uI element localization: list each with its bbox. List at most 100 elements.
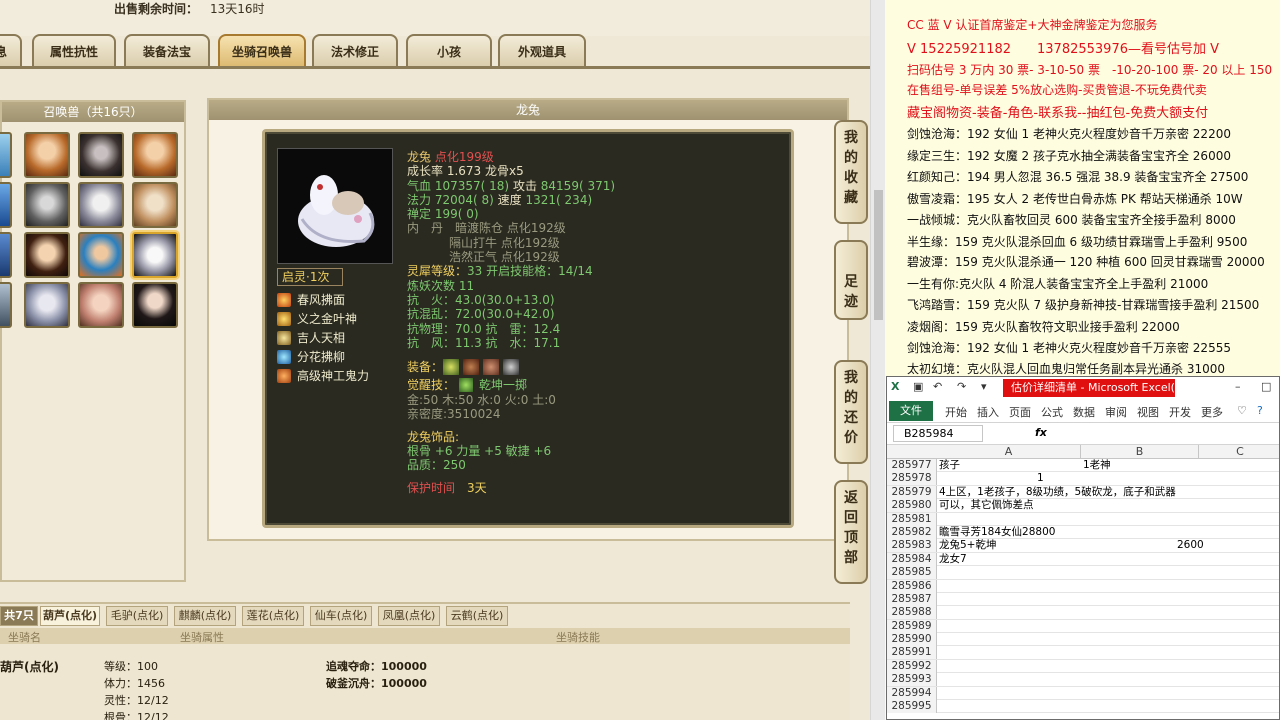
sheet-row[interactable]: 285995 xyxy=(887,700,1279,714)
summon-avatar[interactable] xyxy=(132,132,178,178)
row-number[interactable]: 285993 xyxy=(887,673,937,687)
summon-avatar[interactable] xyxy=(0,232,12,278)
sheet-row[interactable]: 285990 xyxy=(887,633,1279,647)
row-number[interactable]: 285984 xyxy=(887,552,937,566)
row-number[interactable]: 285983 xyxy=(887,539,937,553)
sheet-row[interactable]: 285984 龙女7 xyxy=(887,552,1279,567)
row-number[interactable]: 285995 xyxy=(887,700,937,714)
sheet-row[interactable]: 285986 xyxy=(887,579,1279,593)
row-number[interactable]: 285981 xyxy=(887,512,937,526)
cell-a[interactable]: 瞻雪寻芳184女仙28800 xyxy=(939,526,1055,539)
sheet-row[interactable]: 285992 xyxy=(887,659,1279,674)
summon-avatar-selected[interactable] xyxy=(132,232,178,278)
mount-tab[interactable]: 云鹤(点化) xyxy=(446,606,508,626)
sheet-row[interactable]: 285989 xyxy=(887,619,1279,634)
cell-a[interactable]: 孩子 xyxy=(939,459,960,472)
sheet-row[interactable]: 285978 1 xyxy=(887,472,1279,486)
summon-avatar[interactable] xyxy=(24,282,70,328)
cell-a[interactable]: 4上区，1老孩子，8级功绩，5破砍龙，底子和武器 xyxy=(939,486,1176,499)
skill-item[interactable]: 高级神工鬼力 xyxy=(277,366,407,385)
row-number[interactable]: 285978 xyxy=(887,472,937,486)
ribbon-file[interactable]: 文件 xyxy=(889,401,933,421)
my-offers-button[interactable]: 我的还价 xyxy=(834,360,868,464)
cell-a[interactable]: 龙兔5+乾坤 xyxy=(939,539,996,552)
sheet-row[interactable]: 285994 xyxy=(887,686,1279,701)
equip-slot-icon[interactable] xyxy=(443,359,460,376)
name-box[interactable]: B285984 xyxy=(893,425,983,442)
back-to-top-button[interactable]: 返回顶部 xyxy=(834,480,868,584)
cell-a[interactable]: 龙女7 xyxy=(939,553,967,566)
mount-tab[interactable]: 葫芦(点化) xyxy=(40,606,100,626)
sheet-row[interactable]: 285988 xyxy=(887,606,1279,620)
row-number[interactable]: 285994 xyxy=(887,686,937,700)
summon-avatar[interactable] xyxy=(78,232,124,278)
ribbon-tab[interactable]: 视图 xyxy=(1137,404,1159,420)
sheet-row[interactable]: 285981 xyxy=(887,512,1279,526)
summon-avatar[interactable] xyxy=(78,132,124,178)
sheet-row[interactable]: 285983 龙兔5+乾坤 2600 xyxy=(887,539,1279,553)
equip-slot-icon[interactable] xyxy=(463,359,480,376)
row-number[interactable]: 285986 xyxy=(887,579,937,593)
page-scrollbar[interactable] xyxy=(870,0,885,720)
quick-access-icon[interactable]: ▾ xyxy=(981,380,987,393)
favorites-button[interactable]: 我的收藏 xyxy=(834,120,868,224)
summon-avatar[interactable] xyxy=(24,232,70,278)
sheet-row[interactable]: 285979 4上区，1老孩子，8级功绩，5破砍龙，底子和武器 xyxy=(887,485,1279,500)
ribbon-tab[interactable]: 开始 xyxy=(945,404,967,420)
summon-avatar[interactable] xyxy=(78,282,124,328)
tab-spell[interactable]: 法术修正 xyxy=(312,34,398,68)
sheet-row[interactable]: 285985 xyxy=(887,566,1279,580)
summon-avatar[interactable] xyxy=(0,282,12,328)
cell-b[interactable]: 2600 xyxy=(1177,539,1204,552)
maximize-icon[interactable]: □ xyxy=(1261,380,1271,393)
row-number[interactable]: 285980 xyxy=(887,499,937,513)
skill-item[interactable]: 分花拂柳 xyxy=(277,347,407,366)
equip-slot-icon[interactable] xyxy=(483,359,500,376)
summon-avatar[interactable] xyxy=(132,182,178,228)
skill-item[interactable]: 春风拂面 xyxy=(277,290,407,309)
sheet-row[interactable]: 285987 xyxy=(887,592,1279,607)
row-number[interactable]: 285992 xyxy=(887,659,937,673)
row-number[interactable]: 285991 xyxy=(887,646,937,660)
skill-item[interactable]: 吉人天相 xyxy=(277,328,407,347)
ribbon-tab[interactable]: 页面 xyxy=(1009,404,1031,420)
redo-icon[interactable]: ↷ xyxy=(957,380,966,393)
mount-tab[interactable]: 麒麟(点化) xyxy=(174,606,236,626)
cell-a-number[interactable]: 1 xyxy=(1037,472,1044,485)
ribbon-tab[interactable]: 插入 xyxy=(977,404,999,420)
column-header[interactable]: B xyxy=(1081,445,1199,458)
tab-mount-summon[interactable]: 坐骑召唤兽 xyxy=(218,34,306,68)
tab-equip[interactable]: 装备法宝 xyxy=(124,34,210,68)
help-icon[interactable]: ? xyxy=(1257,404,1263,417)
cell-a[interactable]: 可以，其它佩饰差点 xyxy=(939,499,1034,512)
row-number[interactable]: 285989 xyxy=(887,619,937,633)
row-number[interactable]: 285988 xyxy=(887,606,937,620)
save-icon[interactable]: ▣ xyxy=(913,380,923,393)
tab-resist[interactable]: 属性抗性 xyxy=(32,34,116,68)
ribbon-options-icon[interactable]: ♡ xyxy=(1237,404,1247,417)
summon-avatar[interactable] xyxy=(0,182,12,228)
summon-avatar[interactable] xyxy=(132,282,178,328)
ribbon-tab[interactable]: 审阅 xyxy=(1105,404,1127,420)
column-header[interactable]: A xyxy=(937,445,1081,458)
minimize-icon[interactable]: – xyxy=(1235,380,1241,393)
row-number[interactable]: 285985 xyxy=(887,566,937,580)
cell-b[interactable]: 1老神 xyxy=(1083,459,1111,472)
row-number[interactable]: 285977 xyxy=(887,459,937,472)
mount-tab[interactable]: 仙车(点化) xyxy=(310,606,372,626)
scrollbar-thumb[interactable] xyxy=(874,190,883,320)
column-header[interactable]: C xyxy=(1199,445,1279,458)
tab-info[interactable]: 息 xyxy=(0,34,22,68)
mount-tab[interactable]: 莲花(点化) xyxy=(242,606,304,626)
ribbon-tab[interactable]: 更多 xyxy=(1201,404,1223,420)
sheet-row[interactable]: 285977 孩子 1老神 xyxy=(887,459,1279,473)
fx-icon[interactable]: fx xyxy=(1035,426,1047,439)
undo-icon[interactable]: ↶ xyxy=(933,380,942,393)
skill-item[interactable]: 义之金叶神 xyxy=(277,309,407,328)
sheet-row[interactable]: 285993 xyxy=(887,673,1279,687)
row-number[interactable]: 285982 xyxy=(887,525,937,539)
mount-tab[interactable]: 凤凰(点化) xyxy=(378,606,440,626)
mount-tab[interactable]: 毛驴(点化) xyxy=(106,606,168,626)
ribbon-tab[interactable]: 数据 xyxy=(1073,404,1095,420)
sheet-row[interactable]: 285982 瞻雪寻芳184女仙28800 xyxy=(887,525,1279,540)
